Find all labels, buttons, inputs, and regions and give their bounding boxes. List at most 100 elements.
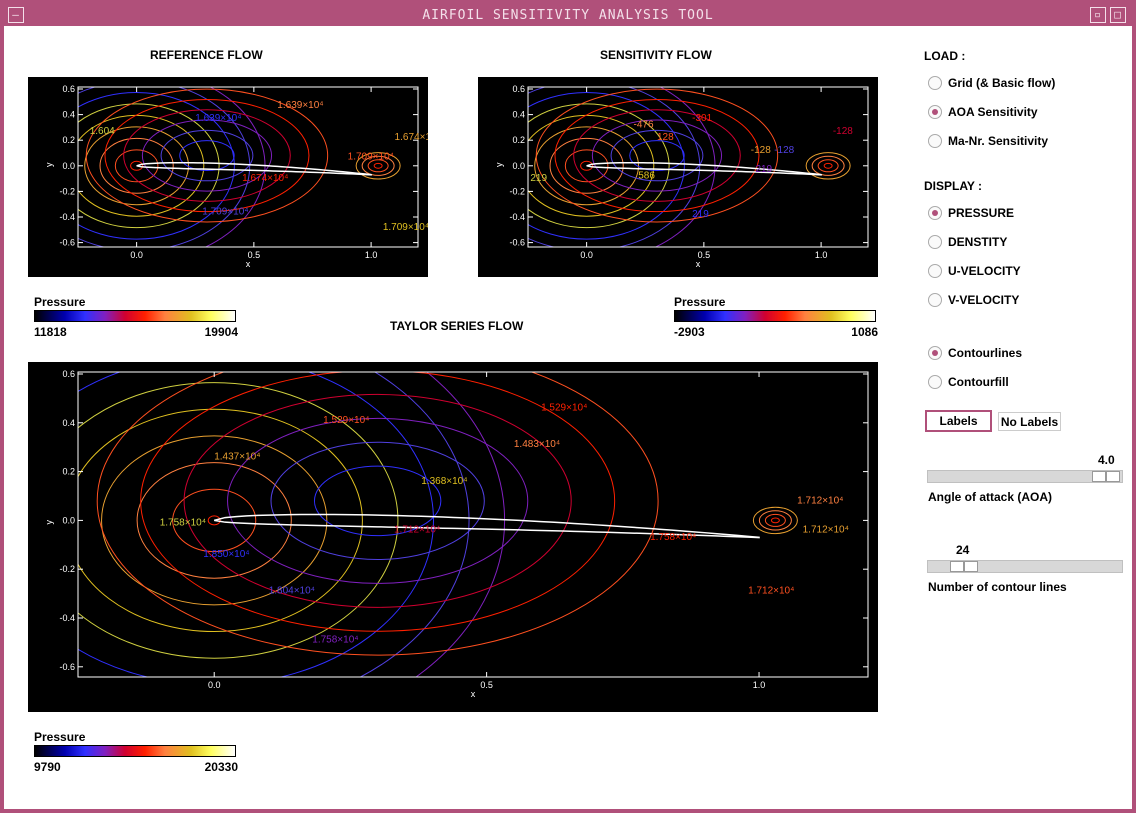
contour-line xyxy=(554,98,760,213)
sensitivity-colorbar: Pressure -2903 1086 xyxy=(674,295,878,339)
y-tick-label: 0.6 xyxy=(62,84,75,94)
colorbar-label: Pressure xyxy=(34,730,86,744)
radio-button[interactable] xyxy=(928,375,942,389)
contour-line xyxy=(183,393,572,608)
y-axis-label: y xyxy=(494,162,504,167)
display-option-v-velocity[interactable]: V-VELOCITY xyxy=(928,293,1019,307)
y-tick-label: 0.2 xyxy=(512,135,525,145)
y-tick-label: -0.2 xyxy=(59,564,75,574)
display-option-u-velocity[interactable]: U-VELOCITY xyxy=(928,264,1021,278)
y-tick-label: 0.2 xyxy=(62,467,75,477)
radio-label: Contourfill xyxy=(948,375,1009,389)
load-option-aoa[interactable]: AOA Sensitivity xyxy=(928,105,1038,119)
contour-label: 1.709×10⁴ xyxy=(348,151,394,162)
contour-label: 1.709×10⁴ xyxy=(383,222,428,233)
contour-label: 1.804×10⁴ xyxy=(269,586,315,597)
load-option-grid[interactable]: Grid (& Basic flow) xyxy=(928,76,1055,90)
x-tick-label: 1.0 xyxy=(753,680,766,690)
radio-button[interactable] xyxy=(928,235,942,249)
y-tick-label: 0.2 xyxy=(62,135,75,145)
aoa-label: Angle of attack (AOA) xyxy=(928,490,1053,504)
taylor-flow-plot[interactable]: 0.6 0.4 0.2 0.0 -0.2 -0.4 -0.6 0.0 0.5 1.0 y x 1.529… xyxy=(28,362,878,712)
display-option-density[interactable]: DENSTITY xyxy=(928,235,1007,249)
minimize-button[interactable]: ▫ xyxy=(1090,7,1106,23)
sensitivity-flow-plot[interactable]: 0.6 0.4 0.2 0.0 -0.2 -0.4 -0.6 0.0 0.5 1.0 y x -301 1… xyxy=(478,77,878,277)
y-axis-label: y xyxy=(44,162,54,167)
aoa-slider-thumb[interactable] xyxy=(1092,471,1106,482)
aoa-slider[interactable] xyxy=(927,470,1123,483)
contour-label: 1.639×10⁴ xyxy=(277,100,323,111)
colorbar-label: Pressure xyxy=(674,295,726,309)
contour-line xyxy=(758,510,792,531)
colorbar-strip xyxy=(34,310,236,322)
x-axis-label: x xyxy=(246,259,251,269)
contour-count-value: 24 xyxy=(956,543,970,557)
y-tick-label: 0.0 xyxy=(62,515,75,525)
radio-button[interactable] xyxy=(928,346,942,360)
y-tick-label: -0.4 xyxy=(509,212,525,222)
no-labels-button[interactable]: No Labels xyxy=(998,412,1061,431)
radio-label: Grid (& Basic flow) xyxy=(948,76,1056,90)
contour-count-label: Number of contour lines xyxy=(928,580,1067,594)
colorbar-max: 19904 xyxy=(204,325,238,339)
x-tick-label: 1.0 xyxy=(815,250,828,260)
y-tick-label: -0.6 xyxy=(59,238,75,248)
radio-button[interactable] xyxy=(928,105,942,119)
mode-option-contourlines[interactable]: Contourlines xyxy=(928,346,1022,360)
contour-label: 1.604 xyxy=(90,126,115,137)
contour-label: 1.529×10⁴ xyxy=(541,403,587,414)
contour-label: 1.709×10⁴ xyxy=(202,206,248,217)
y-tick-label: -0.2 xyxy=(509,186,525,196)
reference-flow-plot[interactable]: 0.6 0.4 0.2 0.0 -0.2 -0.4 -0.6 0.0 0.5 1.0 y x 1.674… xyxy=(28,77,428,277)
mode-option-contourfill[interactable]: Contourfill xyxy=(928,375,1009,389)
radio-label: AOA Sensitivity xyxy=(948,105,1038,119)
contour-label: 1.437×10⁴ xyxy=(214,451,260,462)
contour-line xyxy=(535,88,779,223)
display-option-pressure[interactable]: PRESSURE xyxy=(928,206,1014,220)
contour-count-slider[interactable] xyxy=(927,560,1123,573)
x-tick-label: 0.0 xyxy=(580,250,593,260)
contour-label: 1.712×10⁴ xyxy=(748,586,794,597)
colorbar-max: 1086 xyxy=(851,325,878,339)
contour-label: 1.368×10⁴ xyxy=(421,476,467,487)
title-bar[interactable]: – AIRFOIL SENSITIVITY ANALYSIS TOOL ▫ □ xyxy=(4,4,1132,26)
colorbar-min: 9790 xyxy=(34,760,61,774)
contour-line xyxy=(764,513,786,527)
contour-slider-thumb[interactable] xyxy=(964,561,978,572)
colorbar-min: -2903 xyxy=(674,325,705,339)
radio-button[interactable] xyxy=(928,206,942,220)
maximize-button[interactable]: □ xyxy=(1110,7,1126,23)
contour-line xyxy=(415,372,506,677)
x-axis-label: x xyxy=(696,259,701,269)
contour-line xyxy=(359,372,470,677)
contour-label: 1.758×10⁴ xyxy=(160,517,206,528)
window-title: AIRFOIL SENSITIVITY ANALYSIS TOOL xyxy=(422,7,714,23)
window-menu-button[interactable]: – xyxy=(8,7,24,23)
y-tick-label: 0.4 xyxy=(512,110,525,120)
radio-button[interactable] xyxy=(928,293,942,307)
radio-button[interactable] xyxy=(928,134,942,148)
aoa-slider-thumb[interactable] xyxy=(1106,471,1120,482)
contour-line xyxy=(817,159,839,173)
contour-label: 1.758×10⁴ xyxy=(650,532,696,543)
contour-label: 1.674×10⁴ xyxy=(242,173,288,184)
contour-slider-thumb[interactable] xyxy=(950,561,964,572)
colorbar-label: Pressure xyxy=(34,295,86,309)
labels-button[interactable]: Labels xyxy=(925,410,992,432)
y-tick-label: 0.6 xyxy=(512,84,525,94)
contour-label: 128 xyxy=(657,132,674,143)
radio-button[interactable] xyxy=(928,76,942,90)
radio-button[interactable] xyxy=(928,264,942,278)
contour-label: -476 xyxy=(634,119,654,130)
reference-colorbar: Pressure 11818 19904 xyxy=(34,295,238,339)
load-option-ma[interactable]: Ma-Nr. Sensitivity xyxy=(928,134,1048,148)
y-tick-label: -0.6 xyxy=(509,238,525,248)
contour-label: 1.674×10⁴ xyxy=(395,132,428,143)
radio-label: PRESSURE xyxy=(948,206,1015,220)
contour-label: -128 xyxy=(751,145,771,156)
contour-label: 586 xyxy=(638,171,655,182)
x-tick-label: 0.0 xyxy=(130,250,143,260)
y-tick-label: -0.2 xyxy=(59,186,75,196)
y-tick-label: 0.0 xyxy=(512,161,525,171)
contour-label: 219 xyxy=(530,173,547,184)
